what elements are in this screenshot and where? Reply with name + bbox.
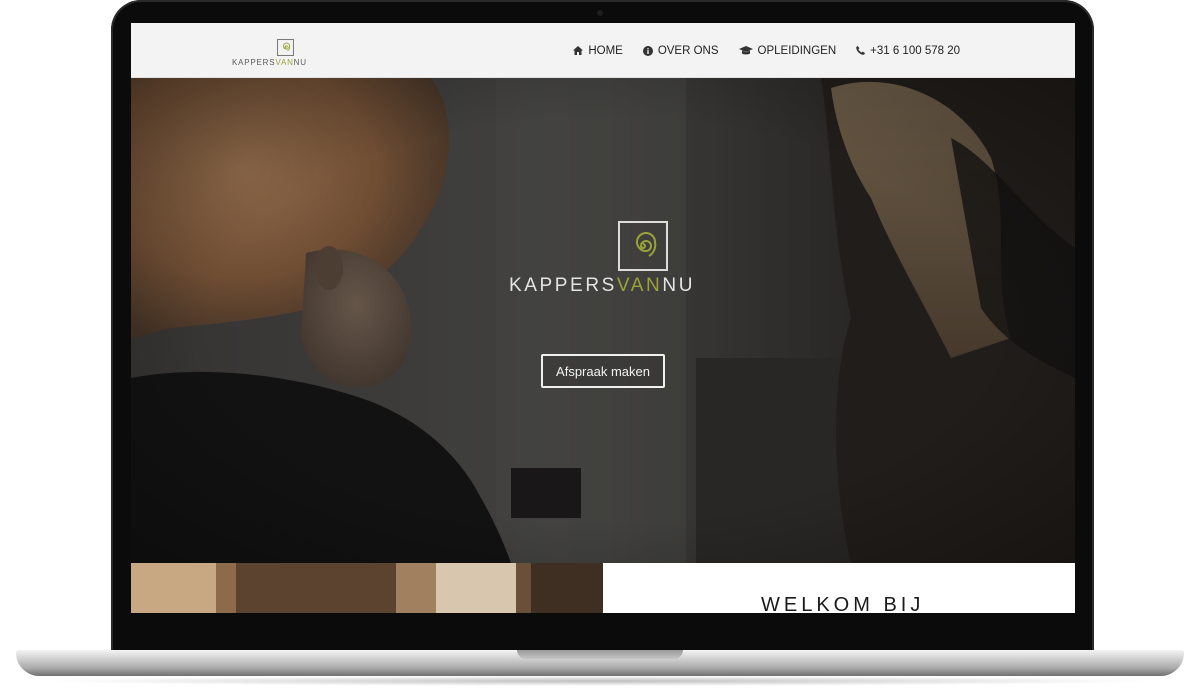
nav-item-label: OPLEIDINGEN	[757, 44, 837, 57]
nav-item-label: HOME	[588, 44, 623, 57]
laptop-notch	[517, 650, 683, 659]
phone-icon	[856, 46, 866, 55]
salon-photo	[131, 563, 603, 613]
brand-prefix: KAPPERS	[232, 58, 276, 67]
spiral-logo-icon	[277, 39, 294, 56]
brand-suffix: NU	[293, 58, 307, 67]
nav-menu: HOME OVER ONS OPLEIDINGEN +31 6 100 578 …	[573, 23, 960, 78]
hero-background-photo	[131, 78, 1075, 563]
nav-logo-wordmark: KAPPERSVANNU	[232, 58, 307, 67]
afspraak-maken-button[interactable]: Afspraak maken	[541, 354, 665, 388]
spiral-logo-icon	[618, 221, 668, 271]
brand-suffix: NU	[662, 275, 696, 296]
graduation-cap-icon	[738, 45, 753, 54]
brand-accent: VAN	[616, 275, 663, 296]
info-icon	[642, 45, 653, 56]
hero-section: KAPPERSVANNU Afspraak maken	[131, 78, 1075, 563]
navbar: KAPPERSVANNU HOME OVER ONS OPLEIDINGEN +…	[131, 23, 1075, 78]
laptop-shadow	[40, 676, 1160, 686]
brand-accent: VAN	[275, 58, 294, 67]
nav-item-phone[interactable]: +31 6 100 578 20	[856, 45, 960, 57]
nav-logo[interactable]: KAPPERSVANNU	[232, 37, 308, 71]
welcome-section: WELKOM BIJ	[131, 563, 1075, 613]
website-screen: KAPPERSVANNU HOME OVER ONS OPLEIDINGEN +…	[131, 23, 1075, 613]
nav-item-label: OVER ONS	[657, 44, 719, 57]
laptop-mockup: KAPPERSVANNU HOME OVER ONS OPLEIDINGEN +…	[0, 0, 1200, 688]
hero-logo-wordmark: KAPPERSVANNU	[499, 275, 705, 297]
nav-item-over-ons[interactable]: OVER ONS	[642, 44, 719, 57]
welcome-title: WELKOM BIJ	[761, 594, 925, 613]
nav-item-home[interactable]: HOME	[573, 45, 623, 57]
brand-prefix: KAPPERS	[508, 275, 617, 296]
hero-logo: KAPPERSVANNU	[499, 219, 705, 299]
home-icon	[573, 46, 584, 55]
nav-item-label: +31 6 100 578 20	[870, 44, 960, 57]
nav-item-opleidingen[interactable]: OPLEIDINGEN	[738, 44, 837, 57]
camera-icon	[597, 10, 603, 16]
